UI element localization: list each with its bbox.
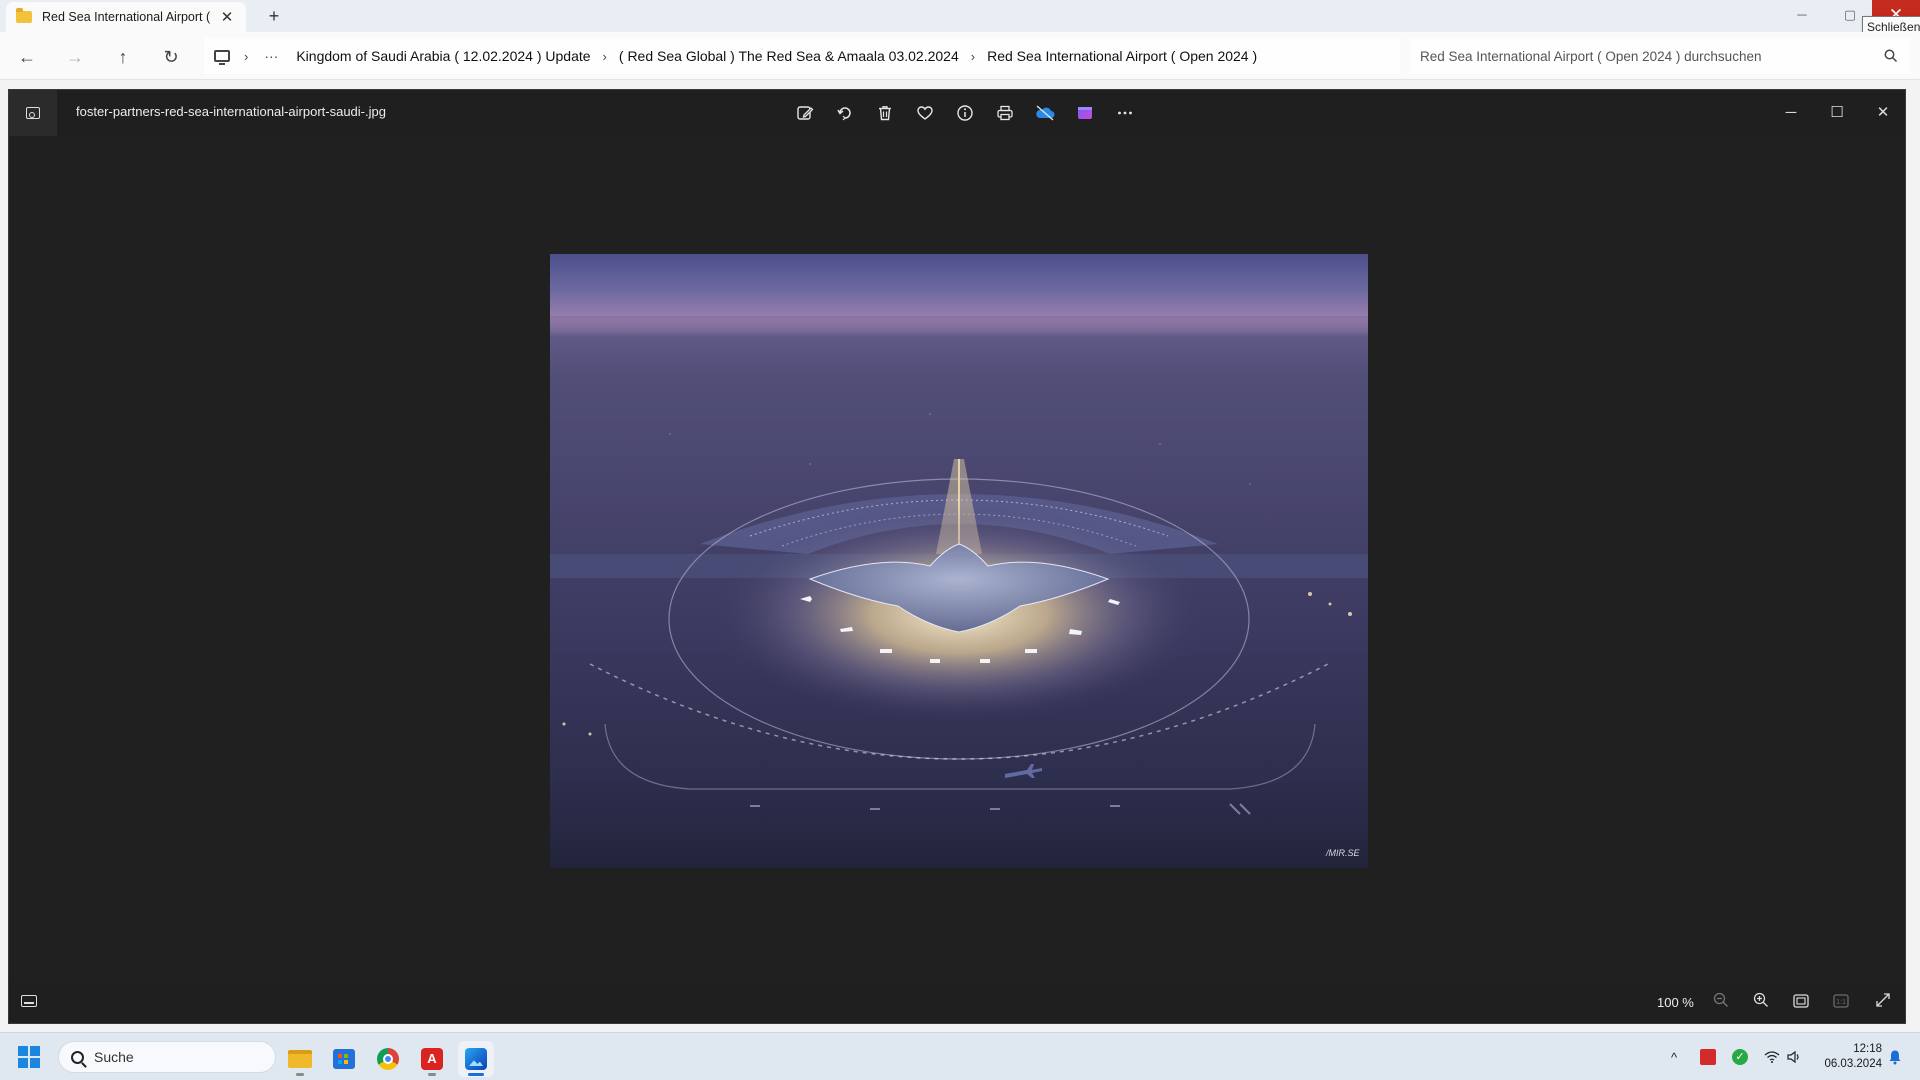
windows-taskbar: Suche A ^ ✓ 12:18 06.03.2024 [0,1032,1920,1080]
explorer-address-bar: ← → ↑ ↻ › ··· Kingdom of Saudi Arabia ( … [0,32,1920,80]
breadcrumb-item[interactable]: ( Red Sea Global ) The Red Sea & Amaala … [619,48,959,64]
image-icon [26,107,40,119]
breadcrumb-separator[interactable]: › [603,49,607,64]
viewer-maximize-button[interactable]: ☐ [1814,98,1860,128]
viewer-status-bar: 100 % 1:1 [9,983,1905,1023]
clock-time: 12:18 [1853,1043,1882,1055]
photos-icon [465,1048,487,1070]
file-name: foster-partners-red-sea-international-ai… [76,104,386,119]
airport-rendering: /MIR.SE [550,316,1368,858]
photos-app-icon[interactable] [9,90,57,136]
print-icon[interactable] [985,98,1025,128]
volume-icon[interactable] [1784,1047,1804,1067]
explorer-tab[interactable]: Red Sea International Airport ( ✕ [6,2,246,32]
tray-overflow-chevron-icon[interactable]: ^ [1664,1047,1684,1067]
zoom-in-icon[interactable] [1746,991,1776,1017]
start-windows-icon[interactable] [18,1046,40,1068]
breadcrumb-more[interactable]: ··· [264,48,278,64]
taskbar-microsoft-store[interactable] [326,1041,362,1077]
fit-to-window-icon[interactable] [1786,991,1816,1017]
acrobat-icon: A [421,1048,443,1070]
search-icon[interactable] [1884,49,1898,63]
taskbar-clock[interactable]: 12:18 06.03.2024 [1812,1042,1882,1072]
more-options-icon[interactable] [1105,98,1145,128]
breadcrumb-separator[interactable]: › [971,49,975,64]
tray-check-icon[interactable]: ✓ [1730,1047,1750,1067]
viewer-minimize-button[interactable]: ─ [1768,98,1814,128]
taskbar-search-label: Suche [94,1049,134,1065]
tab-close-icon[interactable]: ✕ [218,8,236,26]
airport-photo[interactable]: /MIR.SE [550,254,1368,868]
favorite-heart-icon[interactable] [905,98,945,128]
search-placeholder[interactable]: Red Sea International Airport ( Open 202… [1420,49,1884,64]
taskbar-acrobat[interactable]: A [414,1041,450,1077]
up-button[interactable]: ↑ [108,42,138,72]
taskbar-photos[interactable] [458,1041,494,1077]
breadcrumb[interactable]: › ··· Kingdom of Saudi Arabia ( 12.02.20… [204,38,1400,74]
new-tab-button[interactable]: + [262,4,286,28]
delete-icon[interactable] [865,98,905,128]
explorer-tab-bar: Red Sea International Airport ( ✕ + ─ ▢ … [0,0,1920,38]
wifi-icon[interactable] [1762,1047,1782,1067]
refresh-button[interactable]: ↻ [156,42,186,72]
image-watermark: /MIR.SE [1325,848,1361,858]
microsoft-store-icon [333,1049,355,1069]
edit-image-icon[interactable] [785,98,825,128]
back-button[interactable]: ← [12,42,42,72]
viewer-title-bar: foster-partners-red-sea-international-ai… [9,90,1905,136]
zoom-level[interactable]: 100 % [1657,995,1694,1010]
fullscreen-icon[interactable] [1868,991,1898,1017]
breadcrumb-item[interactable]: Kingdom of Saudi Arabia ( 12.02.2024 ) U… [296,48,590,64]
actual-size-label: 1:1 [1836,999,1846,1006]
folder-icon [16,8,32,23]
clock-date: 06.03.2024 [1824,1058,1882,1070]
viewer-toolbar [785,98,1145,128]
tray-security-icon[interactable] [1698,1047,1718,1067]
viewer-close-button[interactable]: ✕ [1860,98,1906,128]
filmstrip-icon[interactable] [21,995,37,1007]
breadcrumb-item[interactable]: Red Sea International Airport ( Open 202… [987,48,1257,64]
search-icon [71,1050,84,1064]
onedrive-icon[interactable] [1025,98,1065,128]
image-canvas[interactable]: /MIR.SE [9,136,1905,976]
tab-title: Red Sea International Airport ( [42,10,211,24]
taskbar-file-explorer[interactable] [282,1041,318,1077]
zoom-out-icon[interactable] [1706,991,1736,1017]
minimize-button[interactable]: ─ [1778,0,1826,32]
file-explorer-icon [288,1050,312,1068]
file-info-icon[interactable] [945,98,985,128]
taskbar-search[interactable]: Suche [58,1041,276,1073]
actual-size-icon[interactable]: 1:1 [1826,991,1856,1017]
photos-viewer-window: foster-partners-red-sea-international-ai… [8,89,1906,1024]
clipchamp-icon[interactable] [1065,98,1105,128]
taskbar-chrome[interactable] [370,1041,406,1077]
rotate-icon[interactable] [825,98,865,128]
breadcrumb-separator[interactable]: › [244,49,248,64]
notification-bell-icon[interactable] [1888,1049,1902,1065]
folder-search-box[interactable]: Red Sea International Airport ( Open 202… [1410,38,1910,74]
forward-button[interactable]: → [60,42,90,72]
this-pc-icon[interactable] [214,50,230,65]
chrome-icon [377,1048,399,1070]
